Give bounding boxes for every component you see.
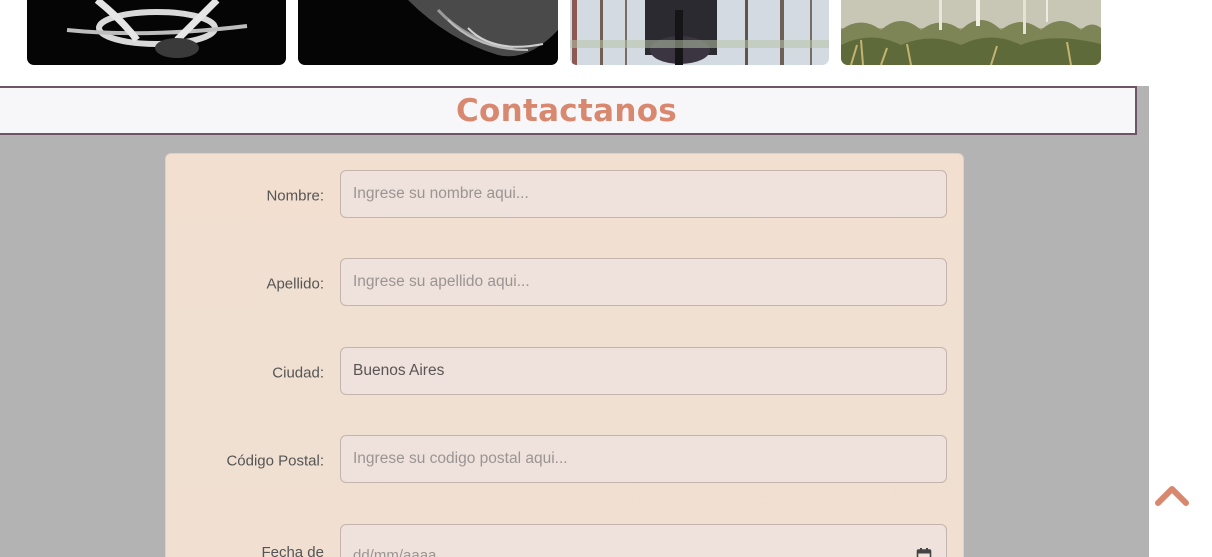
nombre-input[interactable] — [340, 170, 947, 218]
page-title: Contactanos — [455, 92, 678, 129]
nombre-label: Nombre: — [266, 187, 324, 205]
fecha-placeholder: dd/mm/aaaa — [353, 547, 437, 557]
form-row-ciudad: Ciudad: — [166, 347, 963, 395]
bw-bones-image[interactable] — [27, 0, 286, 65]
contact-header: Contactanos — [0, 86, 1137, 135]
apellido-input[interactable] — [340, 258, 947, 306]
fecha-label: Fecha de — [261, 544, 324, 557]
codigo-postal-label: Código Postal: — [226, 452, 324, 470]
form-row-nombre: Nombre: — [166, 170, 963, 218]
fecha-input[interactable]: dd/mm/aaaa — [340, 524, 947, 557]
calendar-icon[interactable] — [916, 547, 932, 557]
form-row-codigo-postal: Código Postal: — [166, 435, 963, 483]
chevron-up-icon[interactable] — [1155, 481, 1189, 509]
codigo-postal-input[interactable] — [340, 435, 947, 483]
form-row-apellido: Apellido: — [166, 258, 963, 306]
forest-reflection-image[interactable] — [570, 0, 829, 65]
ciudad-input[interactable] — [340, 347, 947, 395]
form-row-fecha: Fecha de dd/mm/aaaa — [166, 524, 963, 557]
image-gallery — [0, 0, 1212, 66]
bw-fur-image[interactable] — [298, 0, 558, 65]
contact-form: Nombre: Apellido: Ciudad: Código Postal:… — [165, 153, 964, 557]
apellido-label: Apellido: — [266, 275, 324, 293]
desert-grass-image[interactable] — [841, 0, 1101, 65]
ciudad-label: Ciudad: — [272, 364, 324, 382]
